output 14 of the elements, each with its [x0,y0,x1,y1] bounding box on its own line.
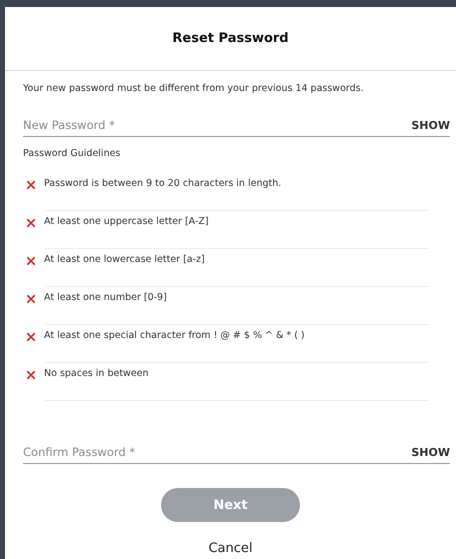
guideline-text: Password is between 9 to 20 characters in length. [44,178,282,189]
dialog-title: Reset Password [172,31,289,46]
show-password-button[interactable]: SHOW [411,118,450,132]
guideline-text: No spaces in between [44,368,149,379]
show-password-button[interactable]: SHOW [411,446,450,458]
guideline-text: At least one uppercase letter [A-Z] [44,216,209,227]
confirm-password-field[interactable]: Confirm Password * SHOW [23,441,450,464]
new-password-field[interactable]: New Password * SHOW [23,114,450,137]
guideline-text: At least one lowercase letter [a-z] [44,254,205,265]
guideline-text: At least one number [0-9] [44,292,167,303]
info-message: Your new password must be different from your previous 14 passwords. [23,83,365,94]
cancel-link[interactable]: Cancel [208,541,253,556]
guidelines-heading: Password Guidelines [23,148,122,159]
guideline-text: At least one special character from ! @ # $ % ^ & * ( ) [44,330,305,341]
